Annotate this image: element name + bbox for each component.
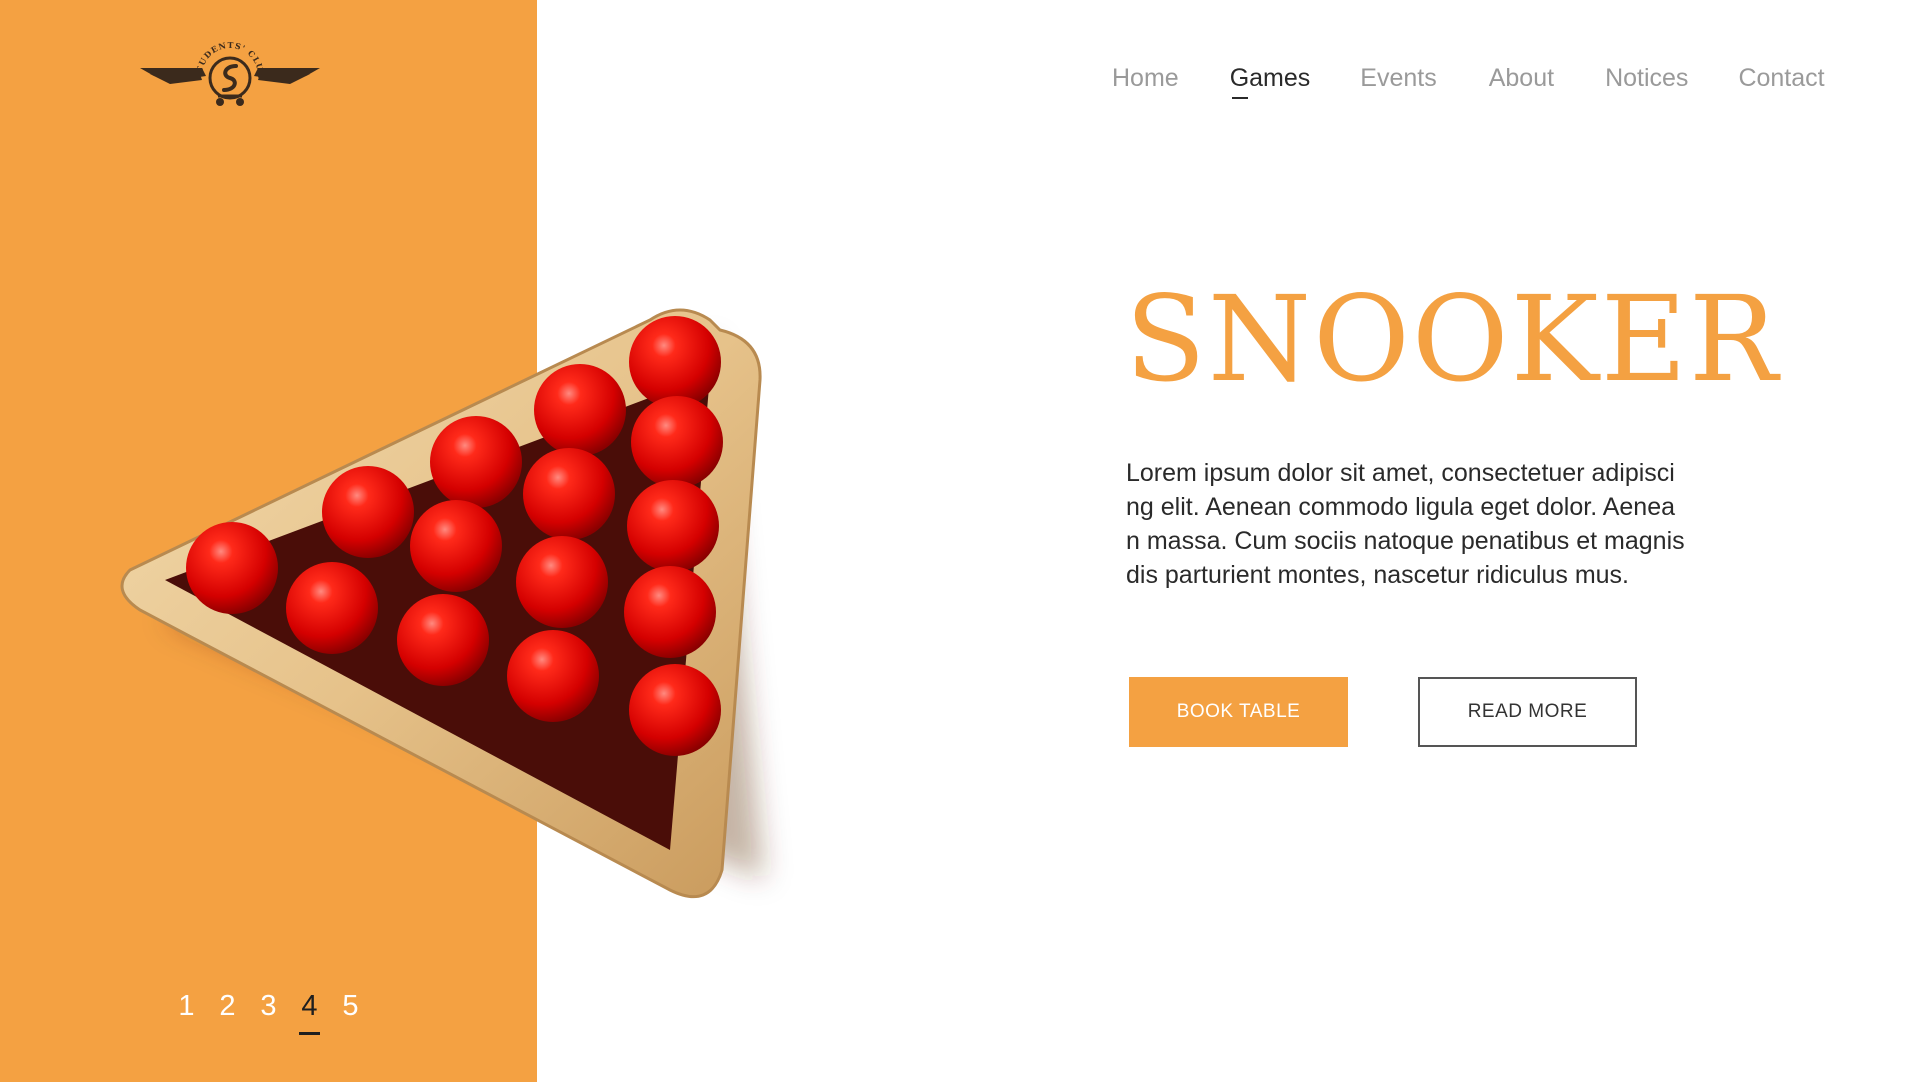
students-club-logo[interactable]: STUDENTS' CLUB [140,36,320,114]
page-5[interactable]: 5 [330,990,371,1023]
page-title: SNOOKER [1125,270,1780,408]
nav-about[interactable]: About [1489,64,1554,93]
snooker-rack-image [120,308,764,899]
game-description: Lorem ipsum dolor sit amet, consectetuer… [1126,459,1685,589]
nav-home[interactable]: Home [1112,64,1179,93]
page-3[interactable]: 3 [248,990,289,1023]
nav-games[interactable]: Games [1230,64,1310,99]
main-nav: Home Games Events About Notices Contact [1112,64,1825,99]
read-more-button[interactable]: READ MORE [1418,677,1637,747]
page-4[interactable]: 4 [289,990,330,1035]
page-1[interactable]: 1 [166,990,207,1023]
slide-pagination: 1 2 3 4 5 [166,990,371,1035]
nav-contact[interactable]: Contact [1738,64,1824,93]
page-2[interactable]: 2 [207,990,248,1023]
nav-notices[interactable]: Notices [1605,64,1688,93]
book-table-button[interactable]: BOOK TABLE [1129,677,1348,747]
nav-events[interactable]: Events [1360,64,1436,93]
